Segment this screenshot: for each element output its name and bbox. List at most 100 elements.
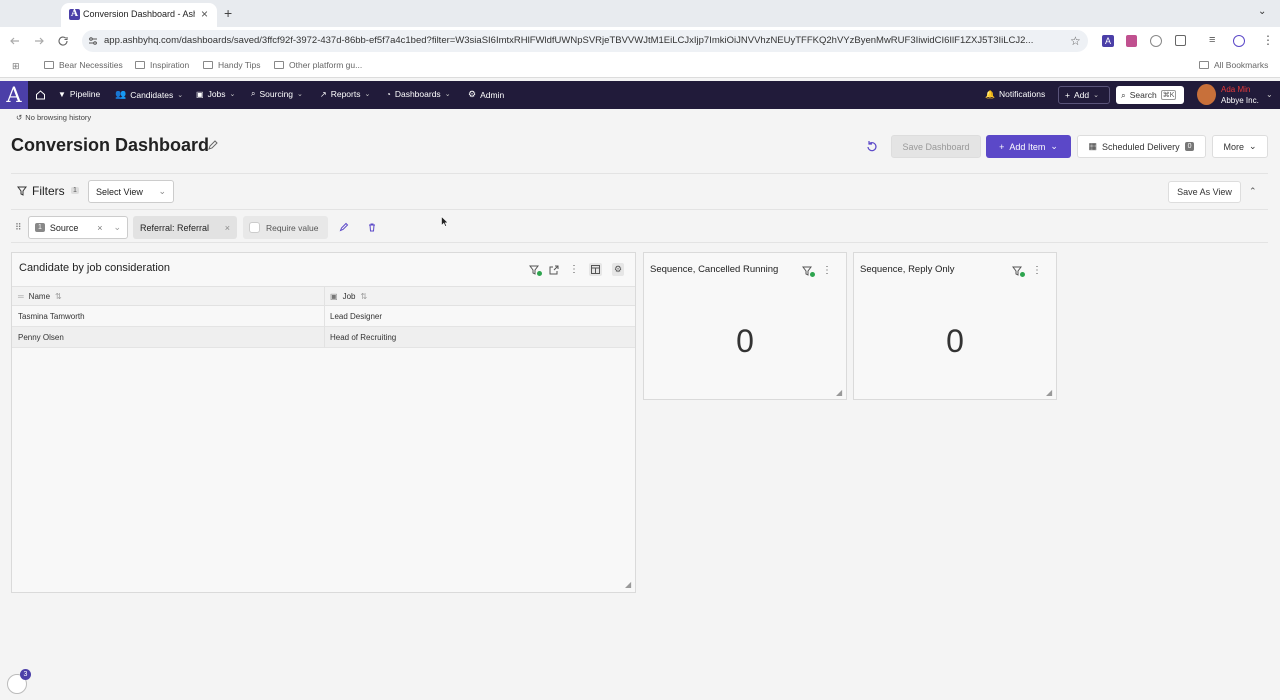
add-item-button[interactable]: + Add Item ⌄: [986, 135, 1071, 158]
nav-pipeline[interactable]: ▼ Pipeline: [58, 89, 100, 99]
cell-job[interactable]: Lead Designer: [330, 312, 382, 321]
bookmark-folder[interactable]: Inspiration: [135, 60, 189, 70]
site-info-icon[interactable]: [88, 36, 98, 46]
ashby-favicon-icon: A: [69, 9, 80, 20]
filter-active-icon[interactable]: [529, 265, 542, 276]
briefcase-icon: ▣: [196, 89, 204, 99]
chevron-down-icon: ⌄: [113, 222, 121, 232]
metric-value: 0: [946, 323, 964, 359]
notifications-link[interactable]: 🔔 Notifications: [985, 89, 1045, 99]
back-icon[interactable]: [9, 35, 21, 47]
forward-icon[interactable]: [33, 35, 45, 47]
edit-filter-pencil-icon[interactable]: [339, 222, 349, 232]
collapse-chevron-up-icon[interactable]: ⌃: [1249, 186, 1257, 197]
resize-handle-icon[interactable]: ◢: [625, 580, 631, 589]
kebab-menu-icon[interactable]: ⋮: [822, 265, 832, 276]
chevron-down-icon: ⌄: [229, 91, 236, 98]
profile-icon[interactable]: [1233, 35, 1245, 47]
sort-icon[interactable]: ⇅: [360, 292, 367, 301]
open-external-icon[interactable]: [549, 265, 559, 275]
metric-value: 0: [736, 323, 754, 359]
chevron-down-icon: ⌄: [444, 91, 451, 98]
filters-count-badge: 1: [71, 187, 79, 194]
drag-handle-icon[interactable]: ⠿: [15, 222, 22, 233]
filter-active-icon[interactable]: [802, 266, 815, 277]
bell-icon: 🔔: [985, 89, 995, 99]
bookmark-folder[interactable]: Other platform gu...: [274, 60, 362, 70]
edit-title-pencil-icon[interactable]: [207, 140, 218, 151]
nav-admin[interactable]: ⚙ Admin: [468, 89, 504, 100]
ashby-extension-icon[interactable]: A: [1102, 35, 1114, 47]
avatar[interactable]: [1197, 84, 1216, 105]
bookmark-folder[interactable]: Handy Tips: [203, 60, 261, 70]
browser-menu-icon[interactable]: ⋮: [1262, 33, 1274, 47]
source-filter-select[interactable]: 1 Source × ⌄: [28, 216, 128, 239]
remove-value-icon[interactable]: ×: [225, 223, 230, 233]
apps-grid-icon[interactable]: ⊞: [12, 61, 20, 72]
filter-index-badge: 1: [35, 223, 45, 232]
calendar-icon: ▦: [1088, 141, 1098, 151]
kebab-menu-icon[interactable]: ⋮: [569, 264, 579, 275]
extension-icon[interactable]: [1150, 35, 1162, 47]
cell-job[interactable]: Head of Recruiting: [330, 333, 396, 342]
nav-candidates[interactable]: 👥 Candidates ⌄: [115, 89, 183, 100]
search-button[interactable]: ⌕ Search ⌘K: [1116, 86, 1184, 104]
extensions-puzzle-icon[interactable]: [1175, 35, 1186, 46]
history-icon: ↺: [16, 113, 23, 122]
reading-list-icon[interactable]: ≡: [1209, 34, 1215, 46]
folder-icon: [203, 61, 213, 69]
browsing-history[interactable]: ↺ No browsing history: [16, 113, 91, 122]
checkbox[interactable]: [249, 222, 260, 233]
column-header-name[interactable]: ═ Name ⇅: [18, 292, 62, 301]
user-menu-chevron-icon[interactable]: ⌄: [1266, 90, 1273, 99]
home-icon[interactable]: [35, 89, 46, 100]
scheduled-count-badge: 0: [1184, 142, 1195, 151]
select-view-dropdown[interactable]: Select View ⌄: [88, 180, 174, 203]
clear-icon[interactable]: ×: [97, 223, 102, 233]
save-as-view-button[interactable]: Save As View: [1168, 181, 1241, 203]
settings-gear-icon[interactable]: ⚙: [612, 263, 625, 276]
save-dashboard-button[interactable]: Save Dashboard: [891, 135, 981, 158]
cell-name[interactable]: Tasmina Tamworth: [18, 312, 85, 321]
tab-close-icon[interactable]: ×: [201, 7, 208, 21]
extension-icon[interactable]: [1126, 35, 1137, 47]
ashby-logo[interactable]: A: [0, 81, 28, 109]
folder-icon: [135, 61, 145, 69]
column-header-job[interactable]: ▣ Job ⇅: [330, 292, 367, 301]
resize-handle-icon[interactable]: ◢: [1046, 388, 1052, 397]
nav-jobs[interactable]: ▣ Jobs ⌄: [196, 89, 235, 99]
reload-icon[interactable]: [57, 35, 69, 47]
cell-name[interactable]: Penny Olsen: [18, 333, 64, 342]
more-button[interactable]: More ⌄: [1212, 135, 1268, 158]
new-tab-button[interactable]: +: [224, 5, 232, 21]
chevron-down-icon: ⌄: [177, 91, 184, 99]
kebab-menu-icon[interactable]: ⋮: [1032, 265, 1042, 276]
delete-filter-trash-icon[interactable]: [367, 222, 377, 232]
nav-dashboards[interactable]: ◔ Dashboards ⌄: [386, 89, 451, 99]
nav-reports[interactable]: ↗ Reports ⌄: [320, 89, 370, 99]
tab-search-icon[interactable]: ⌄: [1258, 6, 1266, 17]
widget-toolbar: ⋮: [802, 265, 832, 277]
text-icon: ═: [18, 292, 24, 301]
filter-active-icon[interactable]: [1012, 266, 1025, 277]
resize-handle-icon[interactable]: ◢: [836, 388, 842, 397]
sort-icon[interactable]: ⇅: [55, 292, 62, 301]
chart-icon: ↗: [320, 89, 327, 99]
filter-value-chip[interactable]: Referral: Referral ×: [133, 216, 237, 239]
table-view-icon[interactable]: [589, 263, 602, 276]
all-bookmarks[interactable]: All Bookmarks: [1199, 60, 1268, 70]
scheduled-delivery-button[interactable]: ▦ Scheduled Delivery 0: [1077, 135, 1206, 158]
widget-toolbar: ⋮ ⚙: [529, 263, 625, 276]
require-value-checkbox[interactable]: Require value: [243, 216, 328, 239]
nav-sourcing[interactable]: ⌕ Sourcing ⌄: [251, 89, 303, 99]
bookmark-folder[interactable]: Bear Necessities: [44, 60, 123, 70]
bookmark-star-icon[interactable]: ☆: [1070, 34, 1081, 48]
add-button[interactable]: + Add ⌄: [1058, 86, 1110, 104]
address-bar[interactable]: app.ashbyhq.com/dashboards/saved/3ffcf92…: [82, 30, 1088, 52]
browser-toolbar: app.ashbyhq.com/dashboards/saved/3ffcf92…: [0, 27, 1280, 56]
reset-undo-icon[interactable]: [866, 140, 878, 152]
folder-icon: [274, 61, 284, 69]
chevron-down-icon: ⌄: [297, 91, 303, 98]
url-text[interactable]: app.ashbyhq.com/dashboards/saved/3ffcf92…: [104, 35, 1064, 46]
browser-tab[interactable]: A Conversion Dashboard - Ashb ×: [61, 3, 217, 27]
